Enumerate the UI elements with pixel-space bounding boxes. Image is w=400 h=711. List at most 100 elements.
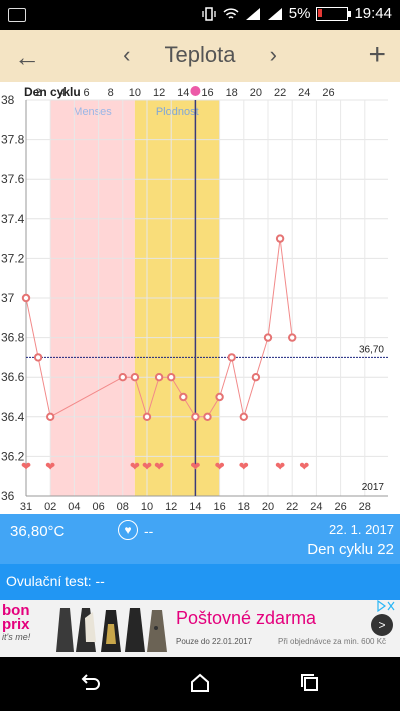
- heart-marker: ❤: [130, 459, 140, 473]
- temperature-point: [142, 412, 152, 421]
- y-tick-label: 37.8: [1, 133, 25, 147]
- brand-logo: bon prix it's me!: [2, 603, 48, 654]
- selected-date: 22. 1. 2017: [328, 522, 394, 537]
- temperature-point: [33, 353, 43, 362]
- intercourse-value: --: [144, 523, 154, 539]
- signal-icon: [245, 7, 260, 20]
- temperature-point: [275, 234, 285, 243]
- ad-subtext-deadline: Pouze do 22.01.2017: [176, 637, 253, 646]
- y-tick-label: 36.4: [1, 410, 25, 424]
- x-tick-label: 28: [359, 501, 371, 513]
- top-tick-label: 22: [274, 87, 286, 99]
- next-chevron-icon[interactable]: ›: [270, 42, 277, 67]
- vibrate-icon: [202, 6, 216, 21]
- notification-icon: [8, 8, 26, 22]
- heart-marker: ❤: [190, 459, 200, 473]
- x-tick-label: 26: [334, 501, 346, 513]
- y-tick-label: 36.6: [1, 370, 25, 384]
- temperature-point: [263, 333, 273, 342]
- band-label-1: Plodnost: [156, 106, 199, 118]
- recents-icon[interactable]: [298, 671, 322, 695]
- heart-marker: ❤: [154, 459, 164, 473]
- prev-chevron-icon[interactable]: ‹: [123, 42, 130, 67]
- top-tick-label: 26: [322, 87, 334, 99]
- x-tick-label: 04: [68, 501, 80, 513]
- app-bar: ← ‹ Teplota › +: [0, 30, 400, 82]
- top-axis-label: Den cyklu: [24, 85, 81, 99]
- system-nav-bar: [0, 657, 400, 711]
- temperature-point: [288, 333, 297, 342]
- top-tick-label: 14: [177, 87, 189, 99]
- top-tick-label: 20: [250, 87, 262, 99]
- ad-headline: Poštovné zdarma: [176, 608, 317, 628]
- temperature-point: [179, 392, 188, 402]
- top-tick-label: 10: [129, 87, 141, 99]
- heart-marker: ❤: [142, 459, 152, 473]
- heart-icon: ♥: [118, 520, 138, 540]
- x-tick-label: 18: [238, 501, 250, 513]
- brand-line2: prix: [2, 616, 30, 633]
- clock: 19:44: [354, 5, 392, 22]
- x-tick-label: 20: [262, 501, 274, 513]
- x-tick-label: 12: [165, 501, 177, 513]
- temperature-point: [215, 392, 224, 402]
- y-tick-label: 37.2: [1, 251, 25, 265]
- x-tick-label: 02: [44, 501, 56, 513]
- ad-go-button[interactable]: >: [371, 614, 393, 636]
- dresses-image: [56, 608, 167, 652]
- band-label-0: Menses: [73, 106, 112, 118]
- top-tick-label: 12: [153, 87, 165, 99]
- temperature-point: [191, 412, 200, 421]
- cycle-day: Den cyklu 22: [307, 541, 394, 558]
- x-tick-label: 31: [20, 501, 32, 513]
- y-tick-label: 36.8: [1, 331, 25, 345]
- x-tick-label: 14: [189, 501, 201, 513]
- top-tick-label: 4: [59, 87, 65, 99]
- battery-percent: 5%: [288, 5, 311, 22]
- home-icon[interactable]: [188, 671, 212, 695]
- temperature-point: [251, 373, 261, 382]
- heart-marker: ❤: [21, 459, 31, 473]
- x-tick-label: 24: [310, 501, 322, 513]
- chart-svg[interactable]: Menses Plodnost3636.236.436.636.83737.237…: [0, 82, 400, 514]
- top-tick-label: 18: [226, 87, 238, 99]
- heart-marker: ❤: [299, 459, 309, 473]
- temperature-point: [130, 373, 140, 382]
- temperature-point: [203, 412, 212, 421]
- heart-marker: ❤: [275, 459, 285, 473]
- page-title: Teplota: [164, 42, 236, 67]
- title-switcher: ‹ Teplota ›: [0, 42, 400, 68]
- y-tick-label: 37: [1, 291, 15, 305]
- status-bar: 5% 19:44: [0, 0, 400, 30]
- top-tick-label: 8: [108, 87, 114, 99]
- x-tick-label: 06: [92, 501, 104, 513]
- top-tick-label: 2: [35, 87, 41, 99]
- ovulation-test-label: Ovulační test: --: [6, 573, 105, 589]
- ad-banner[interactable]: bon prix it's me! Poštovné zdarma Pouze …: [0, 600, 400, 657]
- temperature-point: [154, 373, 164, 382]
- day-info-bar[interactable]: 36,80°C ♥ -- 22. 1. 2017 Den cyklu 22: [0, 514, 400, 564]
- y-tick-label: 37.6: [1, 172, 25, 186]
- x-tick-label: 08: [117, 501, 129, 513]
- temperature-point: [239, 412, 249, 421]
- ad-subtext-condition: Při objednávce za min. 600 Kč: [278, 637, 387, 646]
- current-day-dot: [190, 86, 201, 96]
- heart-marker: ❤: [239, 459, 249, 473]
- adchoices-icon[interactable]: [376, 600, 396, 612]
- brand-tag: it's me!: [2, 632, 31, 642]
- ovulation-test-bar[interactable]: Ovulační test: --: [0, 564, 400, 600]
- heart-marker: ❤: [45, 459, 55, 473]
- top-tick-label: 24: [298, 87, 310, 99]
- add-button[interactable]: +: [368, 38, 386, 72]
- temperature-point: [46, 412, 55, 421]
- temperature-point: [227, 353, 236, 362]
- y-tick-label: 37.4: [1, 212, 25, 226]
- battery-icon: [316, 6, 352, 21]
- year-label: 2017: [362, 482, 385, 493]
- temperature-chart[interactable]: Menses Plodnost 36 36.2 36.4 36.6 36.8 37 37.2 37…: [0, 82, 400, 514]
- wifi-icon: [223, 7, 239, 19]
- x-tick-label: 22: [286, 501, 298, 513]
- temperature-point: [21, 293, 31, 303]
- temperature-point: [118, 373, 128, 382]
- back-icon[interactable]: [78, 671, 102, 695]
